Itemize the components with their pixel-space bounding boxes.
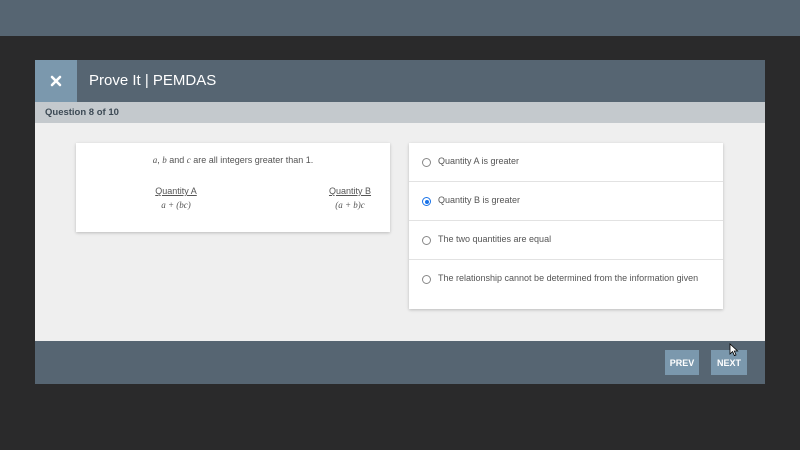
top-strip bbox=[0, 0, 800, 36]
answer-option-equal[interactable]: The two quantities are equal bbox=[409, 221, 723, 260]
answer-option-label: Quantity A is greater bbox=[438, 156, 520, 166]
radio-button[interactable] bbox=[422, 275, 431, 284]
question-progress-bar: Question 8 of 10 bbox=[35, 102, 765, 123]
answer-option-cannot-determine[interactable]: The relationship cannot be determined fr… bbox=[409, 260, 723, 309]
modal-footer: PREV NEXT bbox=[35, 341, 765, 384]
answer-options: Quantity A is greater Quantity B is grea… bbox=[409, 143, 723, 309]
question-stem: a, b and c are all integers greater than… bbox=[76, 155, 390, 165]
answer-option-label: The two quantities are equal bbox=[438, 234, 552, 244]
quiz-modal: Prove It | PEMDAS Question 8 of 10 a, b … bbox=[35, 60, 765, 384]
mouse-cursor-icon bbox=[729, 343, 739, 357]
radio-button[interactable] bbox=[422, 158, 431, 167]
question-counter: Question 8 of 10 bbox=[45, 107, 119, 118]
close-x-icon bbox=[50, 75, 62, 87]
answer-option-quantity-a[interactable]: Quantity A is greater bbox=[409, 143, 723, 182]
radio-button[interactable] bbox=[422, 236, 431, 245]
quantity-b-label: Quantity B bbox=[328, 186, 372, 196]
stem-sep-2: and bbox=[166, 155, 187, 165]
modal-header: Prove It | PEMDAS bbox=[35, 60, 765, 102]
quantity-a-label: Quantity A bbox=[155, 186, 197, 196]
quantity-b-expression: (a + b)c bbox=[335, 200, 365, 210]
quantity-a: Quantity A a + (bc) bbox=[116, 186, 236, 210]
radio-button-selected[interactable] bbox=[422, 197, 431, 206]
quantity-b: Quantity B (a + b)c bbox=[290, 186, 410, 210]
modal-title: Prove It | PEMDAS bbox=[89, 72, 217, 89]
question-card: a, b and c are all integers greater than… bbox=[76, 143, 390, 232]
answer-option-label: The relationship cannot be determined fr… bbox=[438, 273, 699, 283]
stem-rest: are all integers greater than 1. bbox=[190, 155, 314, 165]
answer-option-label: Quantity B is greater bbox=[438, 195, 521, 205]
answer-option-quantity-b[interactable]: Quantity B is greater bbox=[409, 182, 723, 221]
quantity-a-expression: a + (bc) bbox=[161, 200, 191, 210]
prev-button[interactable]: PREV bbox=[665, 350, 699, 375]
close-button[interactable] bbox=[35, 60, 77, 102]
question-content: a, b and c are all integers greater than… bbox=[35, 123, 765, 341]
